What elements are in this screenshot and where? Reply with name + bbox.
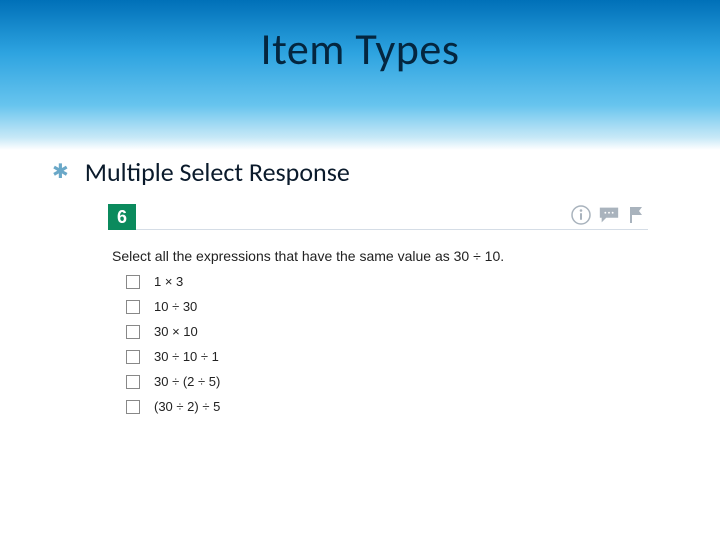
- flag-icon[interactable]: [626, 204, 648, 226]
- header-underline: [136, 229, 648, 230]
- checkbox[interactable]: [126, 400, 140, 414]
- option-label: 1 × 3: [154, 274, 183, 289]
- option-row[interactable]: 10 ÷ 30: [126, 299, 644, 314]
- option-row[interactable]: 30 ÷ (2 ÷ 5): [126, 374, 644, 389]
- option-label: 30 × 10: [154, 324, 198, 339]
- slide-title: Item Types: [0, 22, 720, 76]
- option-row[interactable]: 1 × 3: [126, 274, 644, 289]
- info-icon[interactable]: [570, 204, 592, 226]
- slide: Item Types ✱ Multiple Select Response 6: [0, 0, 720, 540]
- option-row[interactable]: 30 × 10: [126, 324, 644, 339]
- options-list: 1 × 3 10 ÷ 30 30 × 10 30 ÷ 10 ÷ 1 30 ÷ (…: [126, 274, 644, 414]
- option-label: (30 ÷ 2) ÷ 5: [154, 399, 220, 414]
- bullet-text: Multiple Select Response: [85, 156, 350, 188]
- asterisk-icon: ✱: [52, 162, 69, 182]
- checkbox[interactable]: [126, 375, 140, 389]
- prompt-prefix: Select all the expressions that have the…: [112, 248, 454, 264]
- option-row[interactable]: 30 ÷ 10 ÷ 1: [126, 349, 644, 364]
- prompt-suffix: .: [500, 248, 504, 264]
- bullet-item: ✱ Multiple Select Response: [52, 156, 350, 188]
- option-label: 10 ÷ 30: [154, 299, 197, 314]
- checkbox[interactable]: [126, 350, 140, 364]
- question-prompt: Select all the expressions that have the…: [112, 248, 644, 264]
- question-content: 6: [108, 204, 648, 424]
- option-label: 30 ÷ 10 ÷ 1: [154, 349, 219, 364]
- comment-icon[interactable]: [598, 204, 620, 226]
- checkbox[interactable]: [126, 275, 140, 289]
- option-label: 30 ÷ (2 ÷ 5): [154, 374, 220, 389]
- question-number-badge: 6: [108, 204, 136, 230]
- prompt-expression: 30 ÷ 10: [454, 248, 501, 264]
- question-header: 6: [108, 204, 648, 234]
- checkbox[interactable]: [126, 325, 140, 339]
- option-row[interactable]: (30 ÷ 2) ÷ 5: [126, 399, 644, 414]
- question-toolbar: [570, 204, 648, 226]
- checkbox[interactable]: [126, 300, 140, 314]
